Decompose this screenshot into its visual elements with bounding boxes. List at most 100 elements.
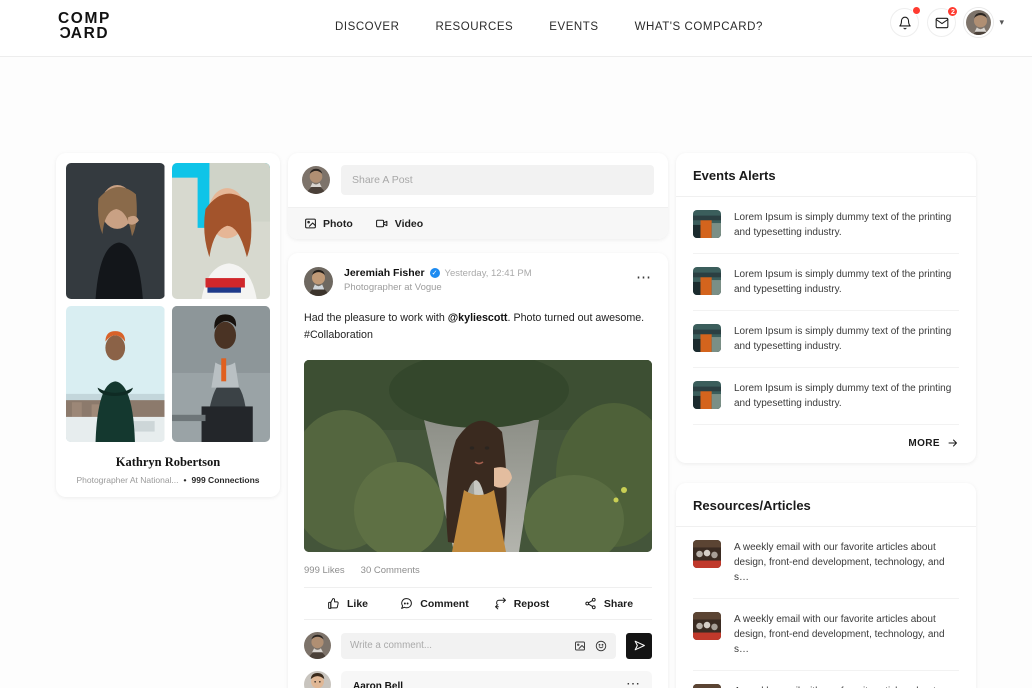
event-alert-row[interactable]: Lorem Ipsum is simply dummy text of the … [693,368,959,425]
event-image [693,381,721,409]
feed-column: Photo Video [288,153,668,688]
nav-link-events[interactable]: EVENTS [549,21,598,33]
primary-nav-links: DISCOVER RESOURCES EVENTS WHAT'S COMPCAR… [335,21,763,33]
post-timestamp: Yesterday, 12:41 PM [444,267,532,279]
events-alerts-title: Events Alerts [676,153,976,197]
profile-headline: Photographer At National... [76,475,179,485]
nav-actions: 2 ▾ [890,6,1004,37]
profile-connections: 999 Connections [191,475,260,485]
post-text: Had the pleasure to work with @kyliescot… [304,310,652,344]
profile-card: Kathryn Robertson Photographer At Nation… [56,153,280,497]
resource-image [693,684,721,688]
verified-badge-icon: ✓ [429,268,440,278]
envelope-icon [935,17,949,28]
emoji-icon[interactable] [595,640,607,652]
portfolio-thumbnail-grid [66,163,270,442]
post-stats: 999 Likes 30 Comments [304,552,652,587]
post-image[interactable] [304,360,652,552]
post-photo [304,360,652,552]
post-author-avatar[interactable] [304,267,333,296]
event-thumbnail [693,381,721,409]
portfolio-thumb-1[interactable] [66,163,165,299]
user-avatar-image [302,166,330,194]
share-post-input[interactable] [341,165,654,195]
resource-image [693,540,721,568]
messages-button[interactable]: 2 [927,6,959,37]
add-photo-label: Photo [323,217,353,230]
portfolio-image-3 [66,306,165,442]
comment-label: Comment [420,597,469,610]
post-likes-count[interactable]: 999 Likes [304,565,345,576]
post-mention[interactable]: @kyliescott [448,312,508,324]
comment-composer-avatar[interactable] [304,632,331,659]
event-alert-row[interactable]: Lorem Ipsum is simply dummy text of the … [693,254,959,311]
event-alert-row[interactable]: Lorem Ipsum is simply dummy text of the … [693,311,959,368]
profile-meta: Photographer At National... • 999 Connec… [66,475,270,485]
comment-body: Aaron Bell 9h ago Looks amazing and brea… [341,671,652,688]
post-header: Jeremiah Fisher ✓ Yesterday, 12:41 PM Ph… [304,267,652,296]
resources-title: Resources/Articles [676,483,976,527]
profile-name: Kathryn Robertson [115,455,221,469]
post-author-name: Jeremiah Fisher [344,267,425,279]
event-image [693,267,721,295]
nav-link-whats-compcard[interactable]: WHAT'S COMPCARD? [635,21,763,33]
resource-text: A weekly email with our favorite article… [734,614,945,655]
comment-author-name: Aaron Bell [353,681,404,688]
post-hashtag[interactable]: #Collaboration [304,329,373,341]
post-comments-count[interactable]: 30 Comments [361,565,420,576]
comment-author-avatar[interactable] [304,671,331,688]
user-avatar-image [966,10,992,35]
post-text-after: . Photo turned out awesome. [507,312,645,324]
resource-row[interactable]: A weekly email with our favorite article… [693,671,959,688]
event-thumbnail [693,324,721,352]
top-navigation-bar: COMP CARD DISCOVER RESOURCES EVENTS WHAT… [0,0,1032,57]
share-icon [585,597,596,610]
portfolio-image-2 [171,163,270,299]
author-avatar-image [304,267,333,296]
add-photo-button[interactable]: Photo [304,217,353,230]
commenter-avatar-image [304,671,331,688]
events-more-link[interactable]: MORE [676,425,976,463]
post-text-before: Had the pleasure to work with [304,312,448,324]
nav-link-resources[interactable]: RESOURCES [435,21,513,33]
post-actions: Like Comment Repost Share [304,587,652,620]
event-alert-row[interactable]: Lorem Ipsum is simply dummy text of the … [693,197,959,254]
share-button[interactable]: Share [565,597,652,610]
bell-icon [899,16,911,29]
post-author-row: Jeremiah Fisher ✓ Yesterday, 12:41 PM [344,267,652,279]
post-author-role: Photographer at Vogue [344,282,442,293]
resource-text: A weekly email with our favorite article… [734,542,945,583]
resource-thumbnail [693,684,721,688]
nav-link-discover[interactable]: DISCOVER [335,21,399,33]
resource-row[interactable]: A weekly email with our favorite article… [693,599,959,671]
events-more-label: MORE [908,437,940,449]
composer-avatar[interactable] [302,166,330,194]
brand-logo[interactable]: COMP CARD [58,11,111,42]
resources-list: A weekly email with our favorite article… [676,527,976,688]
send-icon [634,640,645,651]
repost-button[interactable]: Repost [478,597,565,610]
avatar[interactable] [964,8,994,37]
post-options-button[interactable]: ⋯ [636,270,652,285]
post-composer: Photo Video [288,153,668,239]
notifications-button[interactable] [890,6,922,37]
comment-options-button[interactable]: ⋯ [626,676,641,688]
event-image [693,210,721,238]
attach-image-icon[interactable] [574,640,586,652]
repost-label: Repost [513,597,550,610]
comment-input[interactable] [350,640,574,651]
portfolio-thumb-3[interactable] [66,306,165,442]
event-text: Lorem Ipsum is simply dummy text of the … [734,383,952,409]
chevron-down-icon[interactable]: ▾ [999,17,1004,28]
resource-row[interactable]: A weekly email with our favorite article… [693,527,959,599]
portfolio-thumb-4[interactable] [171,306,270,442]
add-video-button[interactable]: Video [375,217,423,230]
events-alerts-panel: Events Alerts Lorem Ipsum is simply dumm… [676,153,976,463]
user-avatar-image [304,632,331,659]
comment-button[interactable]: Comment [391,597,478,610]
composer-media-row: Photo Video [288,207,668,239]
send-comment-button[interactable] [626,632,652,659]
notifications-badge [912,6,922,15]
like-button[interactable]: Like [304,597,391,610]
portfolio-thumb-2[interactable] [171,163,270,299]
